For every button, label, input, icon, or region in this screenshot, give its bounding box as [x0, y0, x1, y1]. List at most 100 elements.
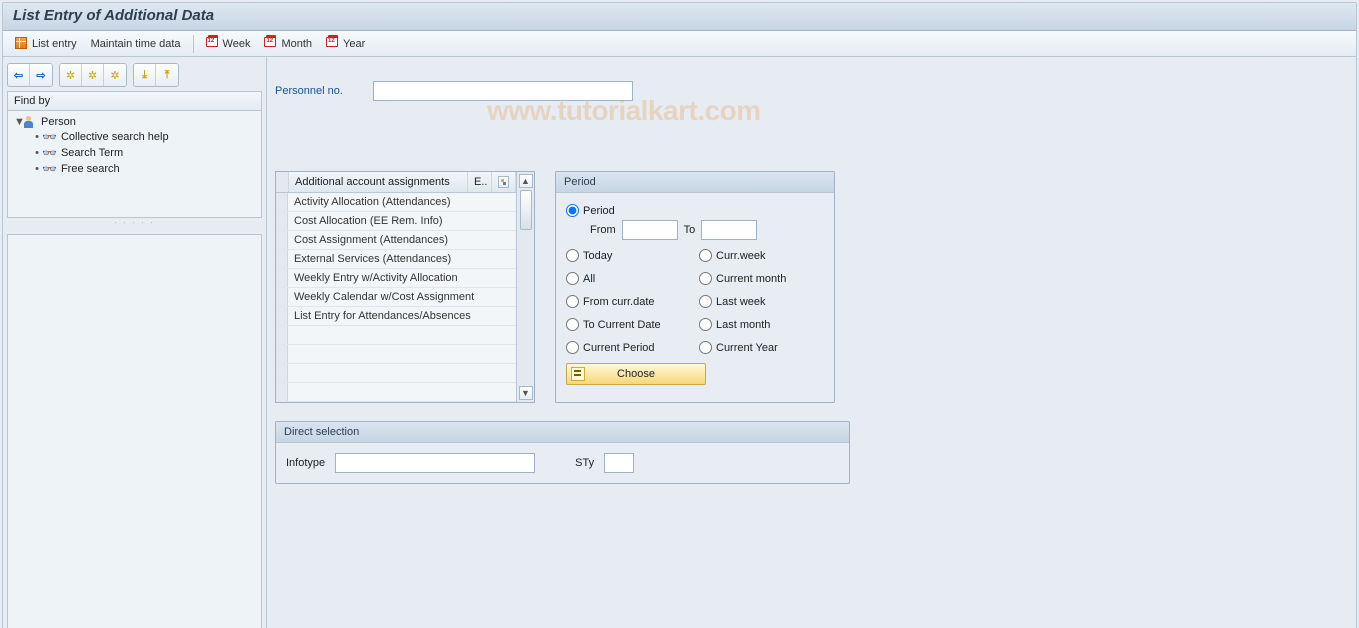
left-sidebar: ⇦ ⇨ ✲ ✲ ✲ ⤓ ⤒ Find by ▼ Person • — [3, 57, 267, 628]
row-handle[interactable] — [276, 231, 288, 249]
month-button[interactable]: Month — [258, 35, 318, 53]
toolbar-separator — [193, 35, 194, 53]
radio-from-curr-label: From curr.date — [583, 296, 655, 308]
radio-today[interactable] — [566, 249, 579, 262]
radio-curr-week[interactable] — [699, 249, 712, 262]
binoculars-icon: 👓 — [42, 162, 57, 176]
grid-icon — [15, 37, 29, 51]
grid-row-item[interactable]: Activity Allocation (Attendances) — [288, 193, 516, 211]
tree-node-search-term[interactable]: • 👓 Search Term — [12, 145, 257, 161]
radio-from-curr[interactable] — [566, 295, 579, 308]
collapse-button[interactable]: ⤒ — [156, 64, 178, 86]
scroll-up-button[interactable]: ▲ — [519, 174, 533, 188]
grid-row-item[interactable]: List Entry for Attendances/Absences — [288, 307, 516, 325]
tree-bullet-icon: • — [32, 147, 42, 159]
radio-curr-week-label: Curr.week — [716, 250, 766, 262]
scroll-thumb[interactable] — [520, 190, 532, 230]
year-button[interactable]: Year — [320, 35, 371, 53]
personnel-no-label: Personnel no. — [275, 85, 343, 97]
grid-row-item[interactable]: Cost Allocation (EE Rem. Info) — [288, 212, 516, 230]
result-list-pane — [7, 234, 262, 628]
assignments-grid: Additional account assignments E.. Activ… — [275, 171, 535, 403]
grid-col-e[interactable]: E.. — [468, 172, 492, 192]
row-handle[interactable] — [276, 250, 288, 268]
find-by-tree: ▼ Person • 👓 Collective search help • 👓 … — [7, 111, 262, 218]
splitter-handle[interactable]: · · · · · — [7, 218, 262, 224]
row-handle[interactable] — [276, 269, 288, 287]
binoculars-icon: 👓 — [42, 146, 57, 160]
person-icon — [24, 116, 38, 128]
grid-empty-row — [288, 345, 516, 363]
choose-button[interactable]: Choose — [566, 363, 706, 385]
row-handle[interactable] — [276, 307, 288, 325]
fav3-button[interactable]: ✲ — [104, 64, 126, 86]
grid-row-item[interactable]: Weekly Entry w/Activity Allocation — [288, 269, 516, 287]
row-handle[interactable] — [276, 288, 288, 306]
grid-handle[interactable] — [276, 172, 289, 192]
radio-period[interactable] — [566, 204, 579, 217]
tree-label: Free search — [61, 163, 120, 175]
direct-selection-groupbox: Direct selection Infotype STy — [275, 421, 850, 484]
period-title: Period — [556, 172, 834, 193]
from-input[interactable] — [622, 220, 678, 240]
to-input[interactable] — [701, 220, 757, 240]
grid-row-item[interactable]: Weekly Calendar w/Cost Assignment — [288, 288, 516, 306]
radio-to-current-label: To Current Date — [583, 319, 661, 331]
infotype-label: Infotype — [286, 457, 325, 469]
nav-toolbar: ⇦ ⇨ ✲ ✲ ✲ ⤓ ⤒ — [7, 63, 262, 87]
sty-input[interactable] — [604, 453, 634, 473]
tree-bullet-icon: • — [32, 163, 42, 175]
grid-empty-row — [288, 383, 516, 401]
tree-bullet-icon: • — [32, 131, 42, 143]
binoculars-icon: 👓 — [42, 130, 57, 144]
row-handle[interactable] — [276, 193, 288, 211]
infotype-input[interactable] — [335, 453, 535, 473]
month-label: Month — [281, 38, 312, 50]
expand-button[interactable]: ⤓ — [134, 64, 156, 86]
radio-last-week[interactable] — [699, 295, 712, 308]
grid-scrollbar[interactable]: ▲ ▼ — [516, 172, 534, 402]
calendar-icon — [264, 37, 278, 51]
grid-empty-row — [288, 364, 516, 382]
grid-config-button[interactable] — [492, 172, 516, 192]
tree-caret-icon: ▼ — [14, 116, 24, 128]
radio-last-month[interactable] — [699, 318, 712, 331]
maintain-time-button[interactable]: Maintain time data — [85, 36, 187, 52]
radio-current-month[interactable] — [699, 272, 712, 285]
list-entry-button[interactable]: List entry — [9, 35, 83, 53]
find-by-header: Find by — [7, 91, 262, 111]
radio-current-year[interactable] — [699, 341, 712, 354]
grid-row-item[interactable]: Cost Assignment (Attendances) — [288, 231, 516, 249]
scroll-down-button[interactable]: ▼ — [519, 386, 533, 400]
tree-node-person[interactable]: ▼ Person — [12, 115, 257, 129]
personnel-no-input[interactable] — [373, 81, 633, 101]
radio-last-month-label: Last month — [716, 319, 770, 331]
week-button[interactable]: Week — [200, 35, 257, 53]
radio-current-period[interactable] — [566, 341, 579, 354]
nav-back-button[interactable]: ⇦ — [8, 64, 30, 86]
grid-empty-row — [288, 326, 516, 344]
tree-node-collective[interactable]: • 👓 Collective search help — [12, 129, 257, 145]
expand-down-icon: ⤓ — [142, 69, 147, 82]
radio-current-month-label: Current month — [716, 273, 786, 285]
scroll-track[interactable] — [519, 188, 533, 386]
week-label: Week — [223, 38, 251, 50]
fav2-button[interactable]: ✲ — [82, 64, 104, 86]
tree-node-free-search[interactable]: • 👓 Free search — [12, 161, 257, 177]
tree-label: Search Term — [61, 147, 123, 159]
row-handle[interactable] — [276, 212, 288, 230]
config-icon — [498, 176, 509, 188]
main-content: www.tutorialkart.com Personnel no. Addit… — [267, 57, 1356, 628]
from-label: From — [590, 224, 616, 236]
grid-row-item[interactable]: External Services (Attendances) — [288, 250, 516, 268]
fav1-button[interactable]: ✲ — [60, 64, 82, 86]
radio-to-current[interactable] — [566, 318, 579, 331]
nav-forward-button[interactable]: ⇨ — [30, 64, 52, 86]
radio-all[interactable] — [566, 272, 579, 285]
calendar-icon — [326, 37, 340, 51]
radio-all-label: All — [583, 273, 595, 285]
sty-label: STy — [575, 457, 594, 469]
to-label: To — [684, 224, 696, 236]
grid-col-main[interactable]: Additional account assignments — [289, 172, 468, 192]
page-title: List Entry of Additional Data — [3, 3, 1356, 31]
